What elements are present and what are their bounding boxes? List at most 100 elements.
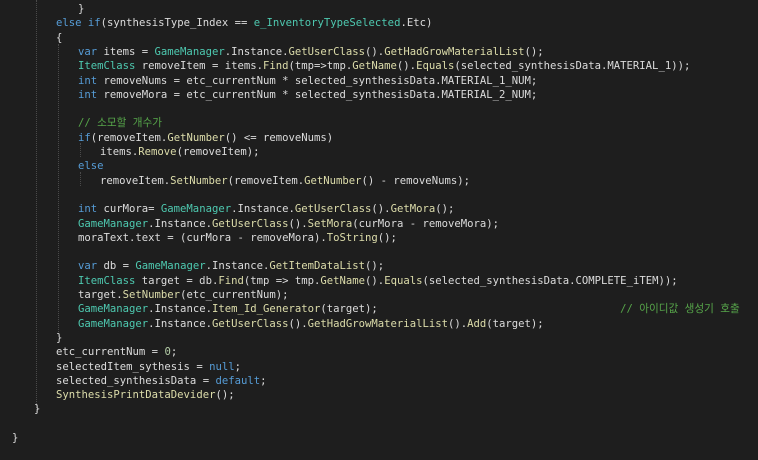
code-token: GetUserClass — [211, 217, 289, 230]
code-token: } — [78, 3, 85, 15]
code-token: Add — [467, 317, 487, 330]
code-token: { — [56, 31, 63, 44]
code-token: GetMora — [390, 203, 436, 216]
code-token: .Etc) — [400, 17, 433, 30]
code-line[interactable]: items.Remove(removeItem); — [100, 145, 259, 159]
code-token: selected_synthesisData = — [56, 374, 216, 387]
code-token: ; — [170, 346, 178, 359]
code-line[interactable]: else — [78, 159, 104, 173]
code-editor[interactable]: } else if(synthesisType_Index == e_Invent… — [0, 0, 758, 460]
code-token: default — [215, 374, 261, 387]
code-token: (removeItem. — [227, 174, 305, 187]
code-token: target. — [78, 289, 123, 301]
code-token: (tmp=>tmp. — [288, 60, 353, 73]
code-token: removeMora = etc_currentNum * selected_s… — [97, 88, 538, 101]
code-token: GetName — [320, 274, 366, 287]
code-token: (). — [288, 217, 308, 230]
code-token: db = — [97, 260, 136, 273]
code-token: (etc_currentNum); — [180, 289, 289, 301]
code-token: int — [78, 74, 98, 87]
code-token: GameManager — [78, 303, 149, 316]
code-line[interactable]: selectedItem_sythesis = null; — [56, 360, 241, 374]
code-token: } — [34, 403, 41, 416]
code-token: GetNumber — [304, 174, 362, 187]
code-token: GameManager — [135, 260, 206, 273]
code-line[interactable]: var db = GameManager.Instance.GetItemDat… — [78, 259, 384, 273]
code-token: .Instance. — [148, 217, 212, 230]
code-line[interactable]: int removeMora = etc_currentNum * select… — [78, 88, 537, 102]
code-token: } — [12, 432, 19, 444]
code-token: (). — [288, 317, 308, 330]
code-line[interactable]: etc_currentNum = 0; — [56, 345, 177, 359]
code-token: // 소모할 개수가 — [78, 117, 162, 130]
code-token: removeItem. — [100, 174, 171, 187]
code-line[interactable]: else if(synthesisType_Index == e_Invento… — [56, 16, 432, 30]
code-line[interactable]: GameManager.Instance.Item_Id_Generator(t… — [78, 302, 740, 316]
indent-guide — [58, 44, 59, 332]
code-token: .Instance. — [224, 45, 289, 58]
code-token: Find — [218, 274, 244, 287]
code-token: GetName — [352, 60, 397, 73]
code-token: ItemClass — [78, 274, 136, 287]
code-token: GameManager — [78, 317, 149, 330]
code-token: (curMora - removeMora); — [352, 217, 499, 230]
code-token: Equals — [384, 274, 423, 287]
code-token: GameManager — [160, 203, 232, 216]
code-line[interactable]: } — [12, 431, 18, 445]
code-line[interactable]: int curMora= GameManager.Instance.GetUse… — [78, 202, 454, 216]
code-line[interactable]: // 소모할 개수가 — [78, 116, 162, 130]
code-line[interactable]: } — [34, 402, 40, 416]
code-token: removeItem = items. — [135, 60, 263, 73]
code-token: (). — [447, 317, 468, 330]
code-token: () - removeNums); — [361, 174, 470, 187]
code-token: e_InventoryTypeSelected — [253, 17, 401, 30]
code-token: SetNumber — [122, 289, 181, 301]
code-line[interactable]: target.SetNumber(etc_currentNum); — [78, 288, 289, 302]
code-line[interactable]: removeItem.SetNumber(removeItem.GetNumbe… — [100, 174, 470, 188]
code-token: selectedItem_sythesis = — [56, 360, 210, 373]
code-token: int — [78, 88, 98, 101]
code-token: SetNumber — [170, 174, 228, 187]
code-line[interactable]: int removeNums = etc_currentNum * select… — [78, 74, 537, 88]
code-line[interactable]: SynthesisPrintDataDevider(); — [56, 388, 235, 402]
code-token: (). — [396, 60, 417, 73]
code-token: ; — [234, 360, 241, 373]
code-token: (tmp => tmp. — [243, 274, 321, 287]
code-line[interactable]: ItemClass target = db.Find(tmp => tmp.Ge… — [78, 274, 678, 288]
code-token: else — [56, 17, 82, 30]
code-token: if — [78, 131, 91, 144]
code-token: (removeItem. — [90, 131, 168, 144]
code-token: (target); — [320, 303, 621, 316]
code-token: GetNumber — [167, 131, 225, 144]
indent-guide — [80, 143, 81, 157]
code-token: GameManager — [154, 45, 225, 58]
code-token: moraText.text = (curMora - removeMora). — [78, 231, 327, 244]
code-line[interactable]: selected_synthesisData = default; — [56, 374, 267, 388]
code-token: GameManager — [78, 217, 149, 230]
code-line[interactable]: { — [56, 31, 62, 45]
code-token: (); — [524, 45, 544, 58]
code-token: else — [78, 160, 104, 173]
code-token: ; — [260, 374, 267, 387]
code-line[interactable]: if(removeItem.GetNumber() <= removeNums) — [78, 131, 333, 145]
code-token: ToString — [326, 231, 378, 244]
code-line[interactable]: } — [56, 331, 62, 345]
code-token: (); — [215, 389, 235, 402]
code-token: etc_currentNum = — [56, 346, 165, 359]
code-token: (); — [435, 203, 455, 216]
code-line[interactable]: GameManager.Instance.GetUserClass().GetH… — [78, 317, 544, 331]
code-line[interactable]: ItemClass removeItem = items.Find(tmp=>t… — [78, 59, 690, 73]
code-token: GetUserClass — [288, 45, 366, 58]
code-line[interactable]: moraText.text = (curMora - removeMora).T… — [78, 231, 397, 245]
code-token: (selected_synthesisData.COMPLETE_iTEM)); — [422, 274, 678, 287]
code-token: ItemClass — [78, 60, 136, 73]
code-token: GetUserClass — [211, 317, 289, 330]
code-token: GetUserClass — [294, 203, 372, 216]
code-line[interactable]: GameManager.Instance.GetUserClass().SetM… — [78, 217, 499, 231]
code-token: (target); — [486, 317, 544, 330]
code-token: .Instance. — [148, 303, 212, 316]
code-line[interactable]: var items = GameManager.Instance.GetUser… — [78, 45, 544, 59]
code-line[interactable]: } — [78, 2, 84, 16]
code-token: Find — [262, 60, 289, 73]
code-token: (); — [377, 231, 397, 244]
